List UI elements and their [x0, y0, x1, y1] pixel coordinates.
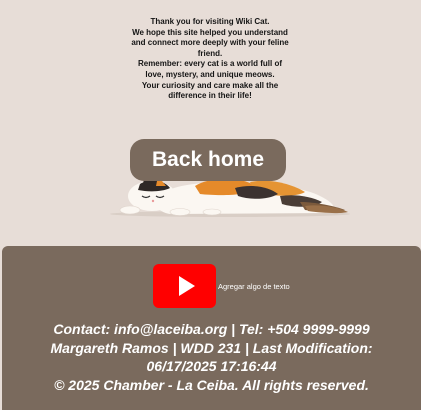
play-icon	[178, 276, 195, 296]
site-footer: Agregar algo de texto Contact: info@lace…	[2, 246, 421, 410]
message-line: difference in their life!	[168, 91, 252, 101]
message-line: We hope this site helped you understand	[132, 27, 288, 37]
footer-info: Contact: info@laceiba.org | Tel: +504 99…	[2, 320, 421, 394]
message-line: Remember: every cat is a world full of	[137, 59, 283, 69]
youtube-icon[interactable]	[153, 264, 216, 308]
footer-last-modified: 06/17/2025 17:16:44	[146, 358, 277, 374]
message-line: Thank you for visiting Wiki Cat.	[150, 17, 270, 26]
message-line: friend.	[197, 48, 223, 58]
back-home-button[interactable]: Back home	[130, 139, 286, 181]
message-line: and connect more deeply with your feline	[131, 38, 289, 48]
farewell-message: Thank you for visiting Wiki Cat. We hope…	[105, 17, 315, 102]
message-line: love, mystery, and unique meows.	[145, 69, 275, 79]
message-line: Your curiosity and care make all the	[141, 80, 279, 90]
social-label: Agregar algo de texto	[218, 282, 290, 291]
footer-copyright: © 2025 Chamber - La Ceiba. All rights re…	[54, 376, 369, 393]
footer-contact: Contact: info@laceiba.org | Tel: +504 99…	[53, 321, 370, 337]
footer-author: Margareth Ramos | WDD 231 | Last Modific…	[50, 339, 373, 356]
